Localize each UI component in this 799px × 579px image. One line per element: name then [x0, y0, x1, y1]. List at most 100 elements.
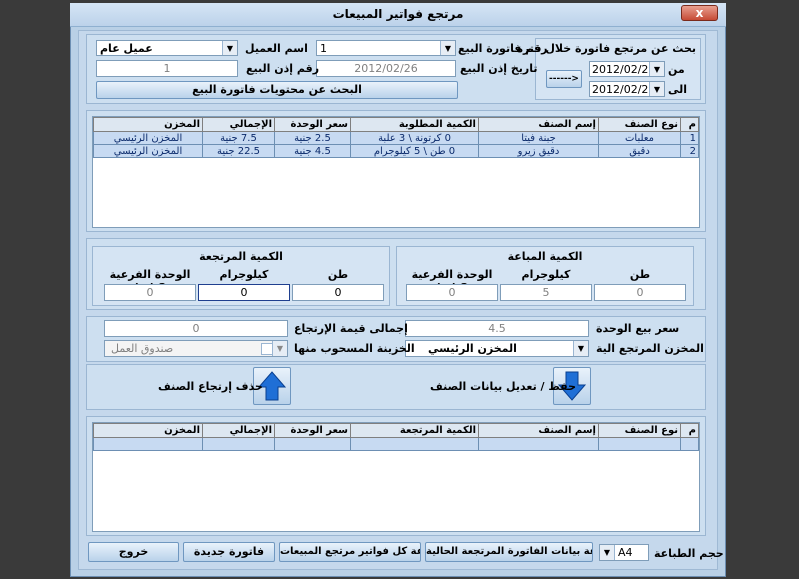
return-total-field[interactable]: 0 [104, 320, 288, 337]
permit-number-field[interactable]: 1 [96, 60, 238, 77]
col-header[interactable]: إسم الصنف [478, 117, 599, 132]
table-row[interactable]: 2 دقيق دقيق زيرو 0 طن \ 5 كيلوجرام 4.5 ج… [93, 144, 699, 158]
table-cell: 0 طن \ 5 كيلوجرام [350, 144, 479, 158]
print-current-button[interactable]: طباعة بيانات الفاتورة المرتجعة الحالية [425, 542, 593, 562]
returned-subunit-input[interactable]: 0 [104, 284, 196, 301]
permit-number-label: رقم إذن البيع [246, 62, 320, 75]
items-table: م نوع الصنف إسم الصنف الكمية المطلوبة سع… [93, 117, 699, 158]
close-button[interactable]: x [681, 5, 718, 21]
sold-col2-label: كيلوجرام [521, 268, 571, 281]
unit-price-field[interactable]: 4.5 [405, 320, 589, 337]
treasury-value: صندوق العمل [111, 342, 174, 355]
col-header[interactable]: م [680, 423, 699, 438]
period-search-button[interactable]: ------> [546, 70, 582, 88]
sold-quantity-title: الكمية المباعة [507, 250, 583, 263]
table-cell [274, 437, 351, 451]
table-cell: دقيق [598, 144, 681, 158]
print-all-button[interactable]: طباعة كل فواتير مرتجع المبيعات [279, 542, 421, 562]
col-header[interactable]: الكمية المرتجعة [350, 423, 479, 438]
chevron-down-icon[interactable]: ▼ [222, 41, 237, 55]
search-invoice-contents-button[interactable]: البحث عن محتويات فاتورة البيع [96, 81, 458, 99]
items-grid[interactable]: م نوع الصنف إسم الصنف الكمية المطلوبة سع… [92, 116, 700, 228]
paper-size-label: حجم الطباعة [654, 547, 724, 560]
col-header[interactable]: الإجمالي [202, 117, 275, 132]
col-header[interactable]: نوع الصنف [598, 117, 681, 132]
table-cell [350, 437, 479, 451]
return-store-value: المخزن الرئيسي [428, 342, 517, 355]
delete-label: حذف إرتجاع الصنف [158, 380, 263, 393]
permit-date-label: تاريخ إذن البيع [460, 62, 538, 75]
table-cell [93, 437, 203, 451]
table-cell: 4.5 جنية [274, 144, 351, 158]
sold-ton-field[interactable]: 0 [594, 284, 686, 301]
sold-kg-field[interactable]: 5 [500, 284, 592, 301]
permit-date-field[interactable]: 2012/02/26 [316, 60, 456, 77]
col-header[interactable]: المخزن [93, 423, 203, 438]
returns-table: م نوع الصنف إسم الصنف الكمية المرتجعة سع… [93, 423, 699, 451]
col-header[interactable]: سعر الوحدة [274, 423, 351, 438]
customer-select[interactable]: عميل عام ▼ [96, 40, 238, 56]
table-row[interactable] [93, 437, 699, 451]
col-header[interactable]: الإجمالي [202, 423, 275, 438]
table-row[interactable]: 1 معلبات جبنة فيتا 0 كرتونة \ 3 علبة 2.5… [93, 131, 699, 145]
return-store-label: المخزن المرتجع الية [596, 342, 704, 355]
table-cell: دقيق زيرو [478, 144, 599, 158]
to-date-picker[interactable]: 2012/02/26 ▼ [589, 81, 665, 97]
chevron-down-icon[interactable]: ▼ [649, 82, 664, 96]
table-cell: 2 [680, 144, 699, 158]
returned-col1-label: طن [327, 268, 349, 281]
paper-size-select[interactable]: A4 ▼ [599, 544, 649, 561]
save-label: حفظ / تعديل بيانات الصنف [430, 380, 576, 393]
returned-ton-input[interactable]: 0 [292, 284, 384, 301]
col-header[interactable]: إسم الصنف [478, 423, 599, 438]
chevron-down-icon[interactable]: ▼ [573, 341, 588, 356]
returns-grid[interactable]: م نوع الصنف إسم الصنف الكمية المرتجعة سع… [92, 422, 700, 532]
exit-button[interactable]: خروج [88, 542, 179, 562]
return-store-select[interactable]: المخزن الرئيسي ▼ [405, 340, 589, 357]
table-cell [478, 437, 599, 451]
to-label: الى [668, 83, 688, 96]
customer-value: عميل عام [100, 42, 153, 55]
invoice-number-label: رقم فاتورة البيع [458, 42, 548, 55]
from-label: من [668, 63, 685, 76]
col-header[interactable]: سعر الوحدة [274, 117, 351, 132]
table-cell: 7.5 جنية [202, 131, 275, 145]
chevron-down-icon[interactable]: ▼ [272, 341, 287, 356]
chevron-down-icon[interactable]: ▼ [600, 545, 615, 560]
sold-subunit-field[interactable]: 0 [406, 284, 498, 301]
treasury-select[interactable]: صندوق العمل ▼ [104, 340, 288, 357]
customer-label: اسم العميل [245, 42, 308, 55]
table-cell: معلبات [598, 131, 681, 145]
unit-price-label: سعر بيع الوحدة [596, 322, 680, 335]
return-total-label: إجمالى قيمة الإرتجاع [294, 322, 408, 335]
table-cell [202, 437, 275, 451]
to-date-value: 2012/02/26 [592, 83, 656, 96]
table-cell: المخزن الرئيسي [93, 131, 203, 145]
invoice-number-value: 1 [320, 42, 327, 55]
col-header[interactable]: الكمية المطلوبة [350, 117, 479, 132]
col-header[interactable]: المخزن [93, 117, 203, 132]
col-header[interactable]: نوع الصنف [598, 423, 681, 438]
table-cell: جبنة فيتا [478, 131, 599, 145]
table-cell: 1 [680, 131, 699, 145]
returned-kg-input[interactable]: 0 [198, 284, 290, 301]
chevron-down-icon[interactable]: ▼ [649, 62, 664, 76]
sold-col1-label: طن [629, 268, 651, 281]
col-header[interactable]: م [680, 117, 699, 132]
new-invoice-button[interactable]: فاتورة جديدة [183, 542, 275, 562]
period-search-title: بحث عن مرتجع فاتورة خلال فترة [516, 42, 696, 55]
paper-size-value: A4 [618, 546, 633, 559]
table-cell [598, 437, 681, 451]
invoice-number-select[interactable]: 1 ▼ [316, 40, 456, 56]
returned-quantity-title: الكمية المرتجعة [199, 250, 283, 263]
table-cell: 2.5 جنية [274, 131, 351, 145]
table-cell: المخزن الرئيسي [93, 144, 203, 158]
treasury-label: الخزينة المسحوب منها [294, 342, 415, 355]
from-date-picker[interactable]: 2012/02/26 ▼ [589, 61, 665, 77]
table-cell: 0 كرتونة \ 3 علبة [350, 131, 479, 145]
returned-col2-label: كيلوجرام [219, 268, 269, 281]
chevron-down-icon[interactable]: ▼ [440, 41, 455, 55]
from-date-value: 2012/02/26 [592, 63, 656, 76]
table-cell: 22.5 جنية [202, 144, 275, 158]
table-cell [680, 437, 699, 451]
